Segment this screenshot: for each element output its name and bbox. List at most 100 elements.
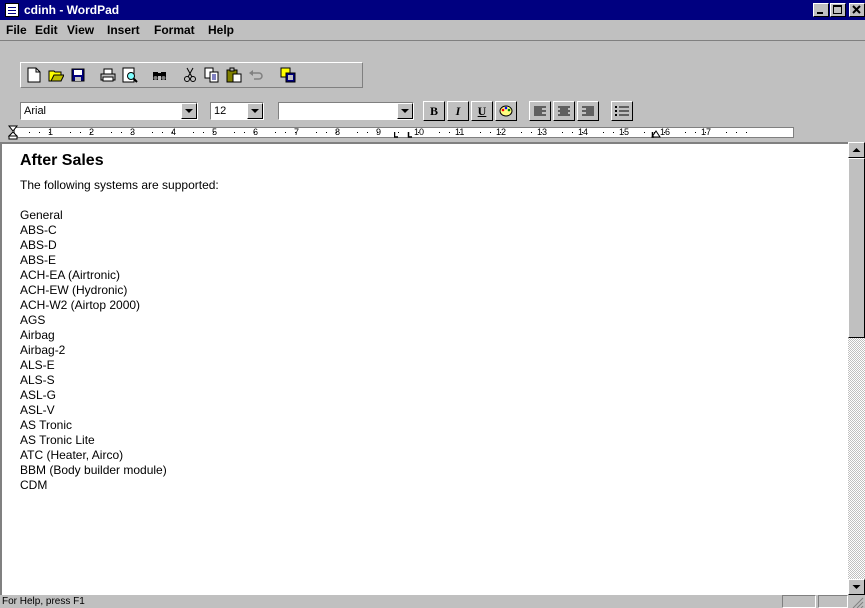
ruler-tick [111,132,112,133]
toolbar-group [20,62,363,88]
standard-toolbar [0,42,865,92]
vertical-scrollbar[interactable] [848,142,865,595]
ruler-tick [357,132,358,133]
ruler-tick [29,132,30,133]
title-bar[interactable]: cdinh - WordPad [0,0,865,20]
list-item: AS Tronic [20,418,73,432]
scroll-down-button[interactable] [848,579,865,595]
ruler-tick [326,132,327,133]
ruler-tick [275,132,276,133]
new-icon[interactable] [23,64,45,86]
undo-icon[interactable] [245,64,267,86]
ruler-tick [152,132,153,133]
ruler-tick [172,132,173,133]
ruler-tick [285,132,286,133]
list-item: ASL-V [20,403,55,417]
list-item: ABS-C [20,223,57,237]
ruler-number: 16 [660,127,671,137]
ruler-tick [39,132,40,133]
insert-object-icon[interactable] [277,64,299,86]
document-intro: The following systems are supported: [20,178,219,192]
align-center-icon[interactable] [553,101,575,121]
ruler-tick [162,132,163,133]
menu-help[interactable]: Help [208,23,234,37]
ruler-number: 17 [701,127,712,137]
ruler-tick [121,132,122,133]
menu-format[interactable]: Format [154,23,195,37]
font-size-combo[interactable]: 12 [210,102,264,120]
ruler-tick [244,132,245,133]
left-indent-marker-icon[interactable] [8,125,20,140]
ruler-tick [316,132,317,133]
wordpad-app-icon[interactable] [5,3,19,17]
size-grip-icon[interactable] [850,595,864,608]
menu-edit[interactable]: Edit [35,23,58,37]
paste-icon[interactable] [223,64,245,86]
save-icon[interactable] [67,64,89,86]
document-content[interactable]: After Sales The following systems are su… [20,150,219,493]
copy-icon[interactable] [201,64,223,86]
print-preview-icon[interactable] [119,64,141,86]
ruler-tick [254,132,255,133]
italic-button[interactable]: I [447,101,469,121]
underline-button[interactable]: U [471,101,493,121]
ruler-tick [203,132,204,133]
list-item: Airbag-2 [20,343,66,357]
size-dropdown-arrow-icon[interactable] [247,103,263,119]
font-name-value: Arial [24,105,47,117]
align-right-icon[interactable] [577,101,599,121]
list-item: ABS-D [20,238,57,252]
list-item: AGS [20,313,46,327]
format-bar: Arial 12 B I U [0,94,865,124]
script-combo[interactable] [278,102,414,120]
script-dropdown-arrow-icon[interactable] [397,103,413,119]
find-icon[interactable] [149,64,171,86]
cut-icon[interactable] [179,64,201,86]
open-icon[interactable] [45,64,67,86]
list-item: Airbag [20,328,55,342]
bullets-icon[interactable] [611,101,633,121]
ruler[interactable]: 1 2 3 4 5 6 7 8 9 10 11 12 13 14 15 16 1… [0,124,865,140]
menu-insert[interactable]: Insert [107,23,140,37]
list-item: AS Tronic Lite [20,433,95,447]
menu-file[interactable]: File [6,23,27,37]
ruler-tick [685,132,686,133]
ruler-tick [367,132,368,133]
print-icon[interactable] [97,64,119,86]
ruler-tick [193,132,194,133]
ruler-tick [377,132,378,133]
scroll-up-button[interactable] [848,142,865,158]
ruler-tick [80,132,81,133]
close-button[interactable] [849,3,865,17]
menu-view[interactable]: View [67,23,94,37]
list-item: ASL-G [20,388,57,402]
status-bar: For Help, press F1 [0,595,865,608]
ruler-tick [695,132,696,133]
status-panel [782,595,816,608]
align-left-icon[interactable] [529,101,551,121]
ruler-tick [664,132,665,133]
color-palette-icon[interactable] [495,101,517,121]
ruler-tick [746,132,747,133]
document-area[interactable]: After Sales The following systems are su… [0,142,848,595]
list-item: ALS-S [20,373,55,387]
list-item: ACH-EW (Hydronic) [20,283,128,297]
list-item: BBM (Body builder module) [20,463,167,477]
minimize-button[interactable] [813,3,829,17]
font-dropdown-arrow-icon[interactable] [181,103,197,119]
list-item: ACH-EA (Airtronic) [20,268,121,282]
maximize-button[interactable] [830,3,846,17]
ruler-tick [336,132,337,133]
document-heading: After Sales [20,152,104,169]
font-name-combo[interactable]: Arial [20,102,198,120]
ruler-tick [70,132,71,133]
wordpad-window: cdinh - WordPad File Edit View Insert Fo… [0,0,865,608]
ruler-tick [234,132,235,133]
tab-stop-markers[interactable] [394,132,654,138]
scrollbar-thumb[interactable] [848,158,865,338]
ruler-tick [726,132,727,133]
ruler-tick [90,132,91,133]
bold-button[interactable]: B [423,101,445,121]
ruler-tick [49,132,50,133]
